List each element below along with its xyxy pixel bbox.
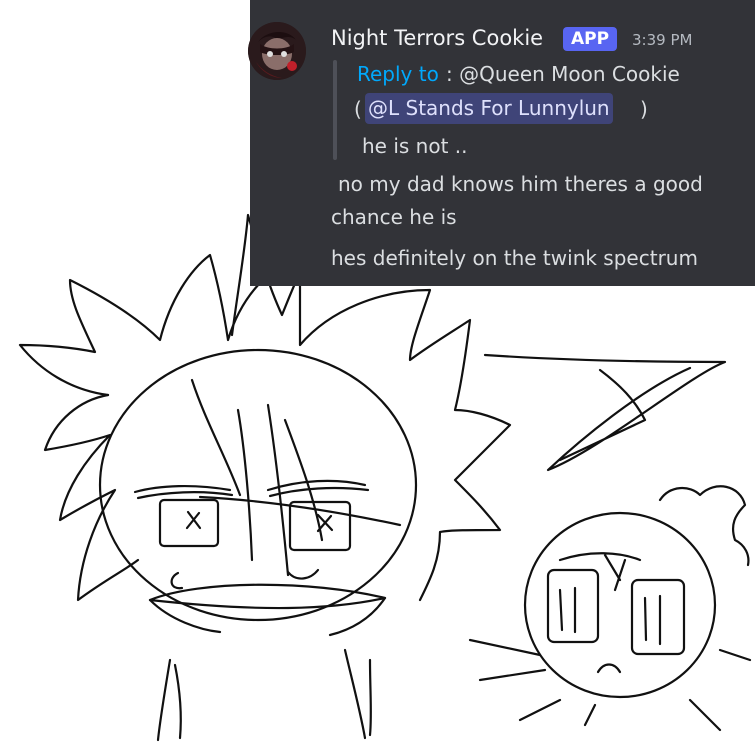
avatar-image — [248, 22, 306, 80]
collar — [148, 583, 387, 610]
anger-scribble — [483, 353, 727, 472]
user-mention[interactable]: @L Stands For Lunnylun — [365, 93, 613, 124]
message-line-1: no my dad knows him theres a good — [338, 172, 703, 196]
small-mouth — [596, 663, 622, 674]
left-eye-x — [185, 510, 202, 530]
quoted-text: he is not .. — [362, 134, 468, 158]
reply-to-link[interactable]: Reply to — [357, 62, 439, 86]
left-eyebrow — [133, 484, 234, 500]
message-timestamp: 3:39 PM — [632, 31, 693, 49]
small-right-eye — [630, 578, 686, 656]
message-line-2: chance he is — [331, 205, 457, 229]
small-character — [468, 485, 752, 732]
small-head — [523, 511, 717, 699]
left-eye — [158, 498, 220, 548]
hair-outline — [18, 253, 512, 602]
cheek-mark — [170, 571, 184, 590]
message-line-3: hes definitely on the twink spectrum — [331, 246, 698, 270]
paren-open: ( — [354, 97, 362, 121]
body-right — [343, 648, 372, 740]
mouth — [286, 568, 320, 580]
small-frown-lines — [558, 552, 642, 592]
app-badge: APP — [563, 27, 617, 51]
big-character — [18, 213, 512, 742]
reply-target: : @Queen Moon Cookie — [446, 62, 680, 86]
small-hair — [658, 485, 750, 567]
right-eyebrow — [266, 479, 370, 498]
small-left-eye — [546, 568, 600, 644]
reply-quote-bar — [333, 60, 337, 160]
paren-close: ) — [640, 97, 648, 121]
small-eye-lines — [558, 586, 662, 646]
author-avatar[interactable] — [248, 22, 306, 80]
right-eye-x — [316, 513, 334, 533]
body-left — [156, 658, 182, 742]
head — [98, 348, 418, 622]
author-name[interactable]: Night Terrors Cookie — [331, 26, 543, 50]
hair-left-tufts — [43, 393, 140, 602]
motion-lines — [468, 638, 752, 732]
